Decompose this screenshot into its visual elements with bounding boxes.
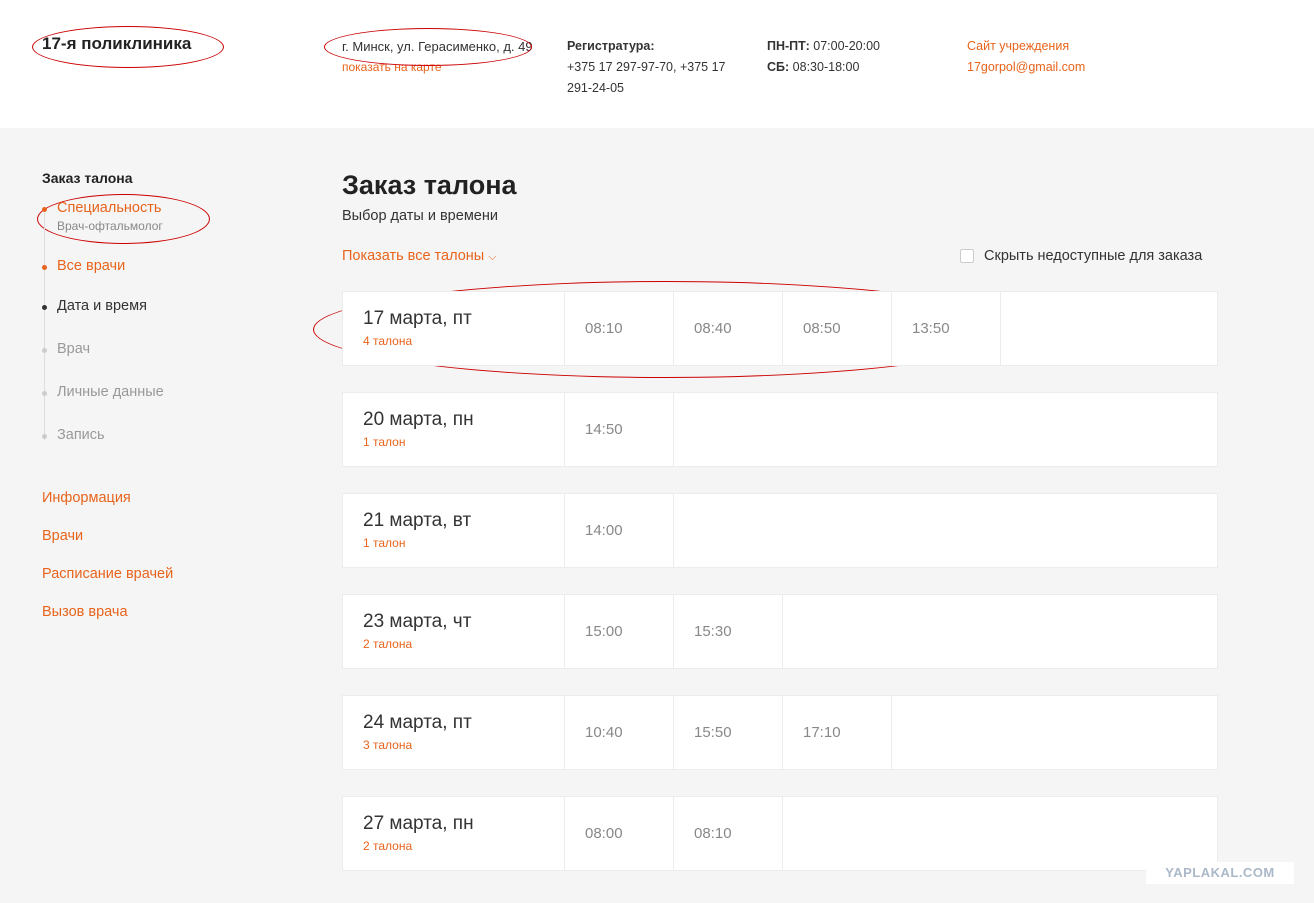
sidebar-link-schedule[interactable]: Расписание врачей	[42, 566, 173, 582]
step-label: Дата и время	[57, 298, 147, 314]
time-slot[interactable]: 15:50	[674, 696, 783, 769]
time-slot[interactable]: 13:50	[892, 292, 1001, 365]
day-date: 20 марта, пн	[363, 409, 474, 430]
day-date: 24 марта, пт	[363, 712, 472, 733]
time-slot[interactable]: 08:00	[565, 797, 674, 870]
step-label: Специальность	[57, 200, 162, 216]
steps-line	[44, 208, 45, 440]
step-all-doctors[interactable]: Все врачи	[42, 258, 126, 274]
hide-unavailable-label: Скрыть недоступные для заказа	[984, 248, 1203, 264]
day-header: 21 марта, вт 1 талон	[343, 494, 565, 567]
weekdays-hours: 07:00-20:00	[813, 39, 881, 53]
day-header: 17 марта, пт 4 талона	[343, 292, 565, 365]
time-slot[interactable]: 08:10	[674, 797, 783, 870]
time-slot[interactable]: 17:10	[783, 696, 892, 769]
step-sub: Врач-офтальмолог	[57, 219, 163, 233]
day-ticket-count: 3 талона	[363, 738, 413, 752]
step-label: Личные данные	[57, 384, 164, 400]
address: г. Минск, ул. Герасименко, д. 49	[342, 39, 533, 54]
day-date: 23 марта, чт	[363, 611, 472, 632]
registry-block: Регистратура: +375 17 297-97-70, +375 17…	[567, 36, 747, 99]
step-dot	[42, 265, 47, 270]
step-dot	[42, 391, 47, 396]
step-label: Врач	[57, 341, 91, 357]
step-dot	[42, 207, 47, 212]
step-specialty[interactable]: Специальность Врач-офтальмолог	[42, 200, 163, 233]
watermark: YAPLAKAL.COM	[1146, 862, 1294, 884]
sidebar-link-call-doctor[interactable]: Вызов врача	[42, 604, 128, 620]
day-header: 23 марта, чт 2 талона	[343, 595, 565, 668]
hide-unavailable-toggle[interactable]: Скрыть недоступные для заказа	[960, 248, 1202, 264]
step-doctor: Врач	[42, 341, 91, 357]
day-ticket-count: 2 талона	[363, 839, 413, 853]
step-record: Запись	[42, 427, 105, 443]
hours-block: ПН-ПТ: 07:00-20:00 СБ: 08:30-18:00	[767, 36, 880, 78]
saturday-hours: 08:30-18:00	[792, 60, 860, 74]
chevron-down-icon: ⌵	[488, 251, 497, 263]
site-header: 17-я поликлиника г. Минск, ул. Герасимен…	[0, 0, 1314, 128]
sidebar-link-info[interactable]: Информация	[42, 490, 131, 506]
weekdays-label: ПН-ПТ:	[767, 39, 810, 53]
time-slot[interactable]: 08:40	[674, 292, 783, 365]
email-link[interactable]: 17gorpol@gmail.com	[967, 60, 1085, 74]
day-ticket-count: 2 талона	[363, 637, 413, 651]
day-row: 20 марта, пн 1 талон 14:50	[342, 392, 1218, 467]
day-date: 21 марта, вт	[363, 510, 472, 531]
step-label: Запись	[57, 427, 105, 443]
saturday-label: СБ:	[767, 60, 790, 74]
step-dot	[42, 305, 47, 310]
day-row: 24 марта, пт 3 талона 10:40 15:50 17:10	[342, 695, 1218, 770]
day-header: 27 марта, пн 2 талона	[343, 797, 565, 870]
time-slot[interactable]: 10:40	[565, 696, 674, 769]
step-dot	[42, 348, 47, 353]
clinic-name[interactable]: 17-я поликлиника	[42, 34, 191, 54]
time-slot[interactable]: 08:50	[783, 292, 892, 365]
site-link[interactable]: Сайт учреждения	[967, 39, 1069, 53]
site-block: Сайт учреждения 17gorpol@gmail.com	[967, 36, 1085, 78]
show-all-tickets-button[interactable]: Показать все талоны ⌵	[342, 248, 497, 264]
hide-unavailable-checkbox[interactable]	[960, 249, 974, 263]
day-ticket-count: 4 талона	[363, 334, 413, 348]
day-date: 27 марта, пн	[363, 813, 474, 834]
sidebar-link-doctors[interactable]: Врачи	[42, 528, 83, 544]
page-title: Заказ талона	[342, 170, 517, 200]
step-date-time: Дата и время	[42, 298, 147, 314]
time-slot[interactable]: 15:30	[674, 595, 783, 668]
day-row: 21 марта, вт 1 талон 14:00	[342, 493, 1218, 568]
step-label: Все врачи	[57, 258, 126, 274]
day-row: 17 марта, пт 4 талона 08:10 08:40 08:50 13:50	[342, 291, 1218, 366]
time-slot[interactable]: 08:10	[565, 292, 674, 365]
registry-phones: +375 17 297-97-70, +375 17 291-24-05	[567, 60, 726, 95]
time-slot[interactable]: 14:00	[565, 494, 674, 567]
day-date: 17 марта, пт	[363, 308, 472, 329]
show-all-label: Показать все талоны	[342, 248, 485, 264]
registry-label: Регистратура:	[567, 39, 655, 53]
time-slot[interactable]: 15:00	[565, 595, 674, 668]
day-header: 24 марта, пт 3 талона	[343, 696, 565, 769]
day-header: 20 марта, пн 1 талон	[343, 393, 565, 466]
step-personal-data: Личные данные	[42, 384, 164, 400]
day-row: 27 марта, пн 2 талона 08:00 08:10	[342, 796, 1218, 871]
page-subtitle: Выбор даты и времени	[342, 208, 498, 224]
sidebar-title: Заказ талона	[42, 170, 133, 186]
day-ticket-count: 1 талон	[363, 435, 406, 449]
show-map-link[interactable]: показать на карте	[342, 57, 542, 78]
step-dot	[42, 434, 47, 439]
day-ticket-count: 1 талон	[363, 536, 406, 550]
day-row: 23 марта, чт 2 талона 15:00 15:30	[342, 594, 1218, 669]
address-block: г. Минск, ул. Герасименко, д. 49 показат…	[342, 36, 542, 78]
time-slot[interactable]: 14:50	[565, 393, 674, 466]
